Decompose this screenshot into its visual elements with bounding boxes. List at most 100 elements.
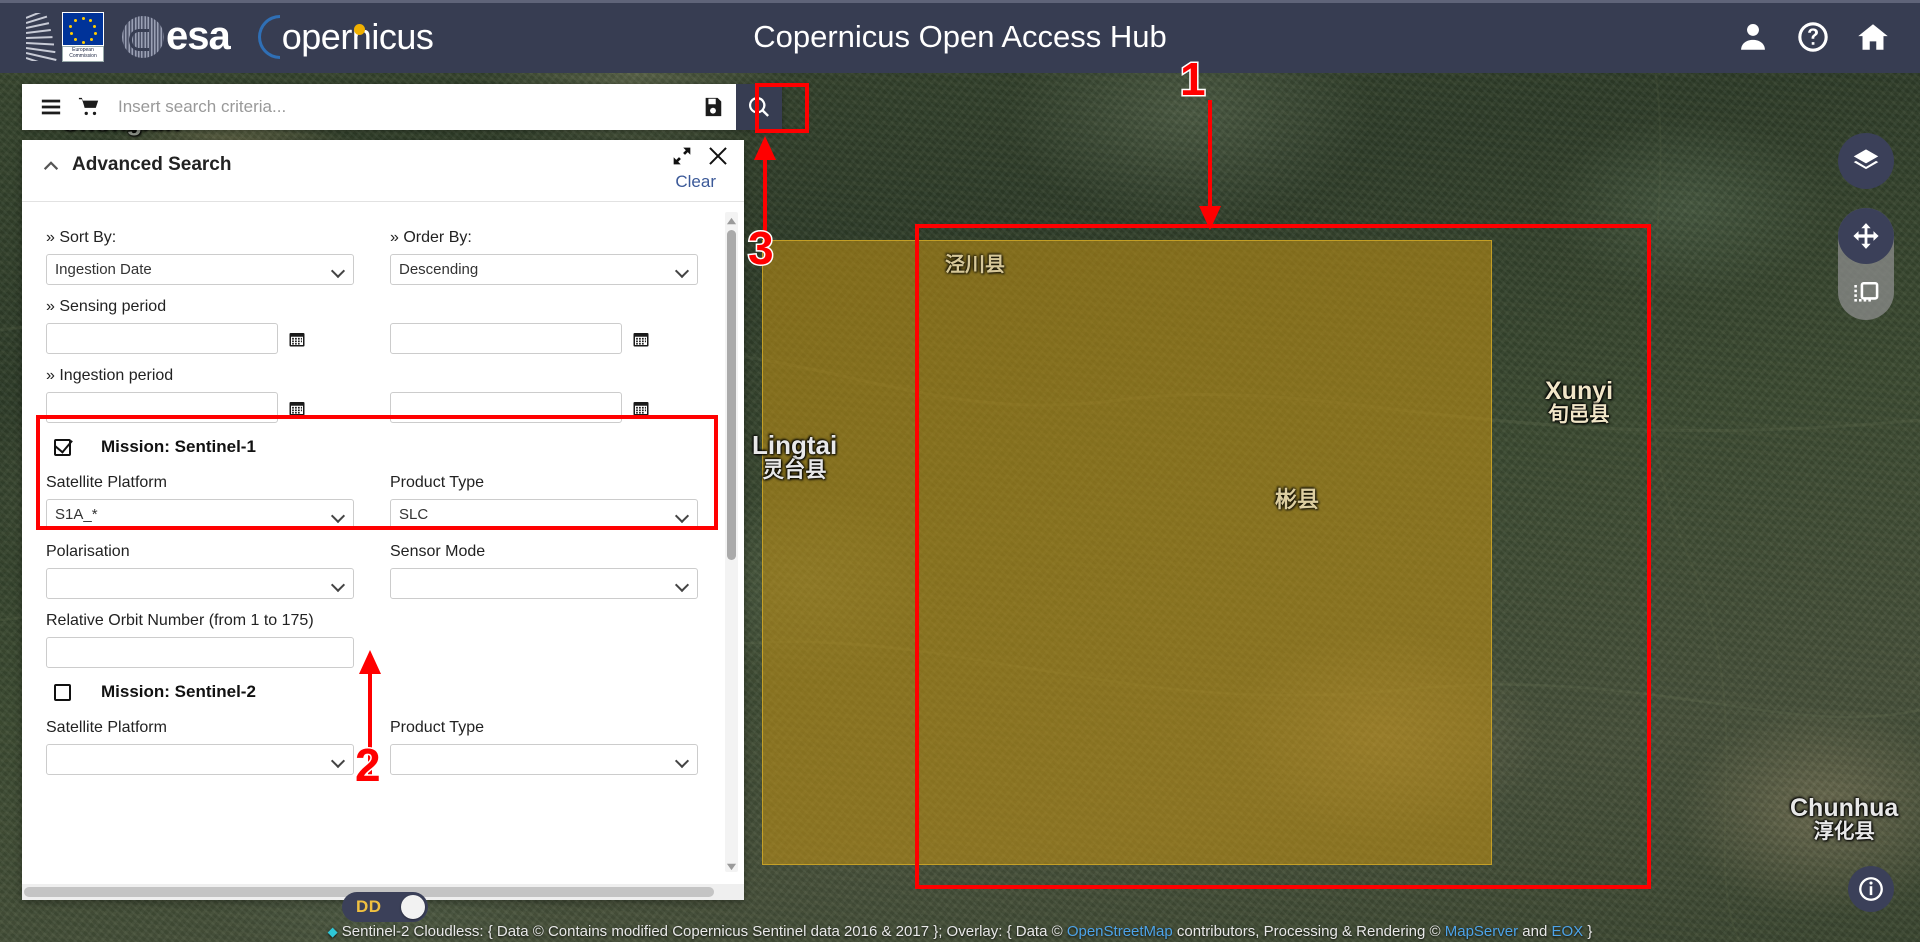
eu-caption: European Commission (62, 46, 104, 62)
info-circle-icon (1859, 877, 1883, 901)
map-info-button[interactable] (1848, 866, 1894, 912)
user-icon[interactable] (1736, 20, 1770, 54)
ingestion-period-row (46, 392, 714, 423)
advanced-search-title-group[interactable]: Advanced Search (42, 154, 231, 176)
order-by-group: » Order By: Descending (390, 216, 698, 285)
map-layers-button[interactable] (1838, 133, 1894, 189)
search-bar (22, 84, 782, 130)
close-x-icon[interactable] (708, 146, 728, 166)
eu-stars (63, 13, 103, 46)
mission-sentinel-1-checkbox[interactable] (54, 438, 71, 456)
dd-toggle-knob[interactable] (401, 895, 425, 919)
map-layers-icon (1853, 149, 1879, 170)
mission-sentinel-1-label: Mission: Sentinel-1 (101, 437, 256, 456)
s2-product-type-select[interactable] (390, 744, 698, 775)
panel-vertical-scrollbar[interactable] (725, 212, 738, 872)
help-icon[interactable] (1796, 20, 1830, 54)
s2-satellite-platform-select[interactable] (46, 744, 354, 775)
s1-polarisation-select[interactable] (46, 568, 354, 599)
sort-by-group: » Sort By: Ingestion Date (46, 216, 354, 285)
copernicus-open-access-hub-app: Chongxin Lingtai 灵台县 Xunyi 旬邑县 Chunhua 淳… (0, 0, 1920, 942)
calendar-icon[interactable] (288, 330, 306, 348)
shopping-cart-icon[interactable] (70, 96, 108, 118)
s1-product-type-group: Product Type SLC (390, 461, 698, 530)
s1-satellite-platform-select[interactable]: S1A_* (46, 499, 354, 530)
s1-polarisation-group: Polarisation (46, 530, 354, 599)
ingestion-period-to-input[interactable] (390, 392, 622, 423)
pan-tool-button[interactable] (1838, 208, 1894, 264)
sort-by-label: » Sort By: (46, 229, 117, 246)
s1-platform-product-row: Satellite Platform S1A_* Product Type SL… (46, 461, 714, 530)
s1-relative-orbit-group: Relative Orbit Number (from 1 to 175) (46, 599, 354, 668)
s1-sensor-mode-select[interactable] (390, 568, 698, 599)
chevron-up-icon[interactable] (42, 156, 60, 174)
s2-product-type-label: Product Type (390, 719, 484, 736)
copernicus-arc-icon (257, 14, 280, 59)
ingestion-period-from-group (46, 392, 354, 423)
s2-satellite-platform-select-wrap[interactable] (46, 744, 354, 775)
esa-logo: esa (122, 14, 231, 59)
annotation-arrow-1 (1199, 100, 1221, 230)
dd-toggle-label: DD (356, 897, 382, 916)
annotation-number-1: 1 (1179, 53, 1208, 105)
dd-coordinate-format-toggle[interactable]: DD (342, 892, 428, 922)
advanced-search-header: Advanced Search Clear (22, 140, 744, 202)
esa-wordmark: esa (166, 14, 231, 58)
select-area-tool-button[interactable] (1838, 264, 1894, 320)
s2-product-type-select-wrap[interactable] (390, 744, 698, 775)
sensing-period-label: » Sensing period (46, 298, 167, 315)
save-floppy-icon[interactable] (694, 96, 736, 118)
annotation-selection-rectangle (915, 224, 1651, 889)
app-header: European Commission esa opernicus Coperni… (0, 0, 1920, 73)
sensing-period-to-input[interactable] (390, 323, 622, 354)
s1-satellite-platform-group: Satellite Platform S1A_* (46, 461, 354, 530)
ingestion-period-label: » Ingestion period (46, 367, 174, 384)
home-icon[interactable] (1856, 20, 1890, 54)
hamburger-menu-icon[interactable] (32, 96, 70, 118)
clear-button[interactable]: Clear (675, 172, 716, 192)
mission-sentinel-2-label: Mission: Sentinel-2 (101, 682, 256, 701)
s2-product-type-group: Product Type (390, 706, 698, 775)
s2-satellite-platform-group: Satellite Platform (46, 706, 354, 775)
sort-order-row: » Sort By: Ingestion Date » Order By: De… (46, 216, 714, 285)
mission-sentinel-1-header[interactable]: Mission: Sentinel-1 (54, 437, 714, 457)
mission-sentinel-2-checkbox[interactable] (54, 683, 71, 701)
advanced-search-label: Advanced Search (72, 154, 232, 175)
search-input[interactable] (108, 96, 694, 118)
expand-diagonal-icon[interactable] (672, 146, 692, 166)
scroll-up-arrow-icon[interactable] (726, 214, 737, 225)
eu-flag-field (62, 11, 104, 46)
sort-by-select-wrap[interactable]: Ingestion Date (46, 254, 354, 285)
calendar-icon[interactable] (288, 399, 306, 417)
s1-satellite-platform-label: Satellite Platform (46, 474, 167, 491)
s1-polarisation-select-wrap[interactable] (46, 568, 354, 599)
ingestion-period-from-input[interactable] (46, 392, 278, 423)
annotation-number-2: 2 (354, 739, 383, 791)
s1-relative-orbit-label: Relative Orbit Number (from 1 to 175) (46, 612, 314, 629)
sort-by-select[interactable]: Ingestion Date (46, 254, 354, 285)
esa-globe-icon (122, 15, 164, 58)
order-by-select[interactable]: Descending (390, 254, 698, 285)
s1-relative-orbit-input[interactable] (46, 637, 354, 668)
s1-sensor-mode-label: Sensor Mode (390, 543, 486, 560)
calendar-icon[interactable] (632, 330, 650, 348)
order-by-select-wrap[interactable]: Descending (390, 254, 698, 285)
copernicus-logo: opernicus (257, 14, 434, 59)
ingestion-period-to-group (390, 392, 698, 423)
copernicus-wordmark: opernicus (281, 15, 434, 57)
scrollbar-thumb[interactable] (727, 230, 736, 560)
s1-satellite-platform-select-wrap[interactable]: S1A_* (46, 499, 354, 530)
s1-sensor-mode-select-wrap[interactable] (390, 568, 698, 599)
copernicus-dot-icon (353, 23, 365, 35)
sensing-period-from-group (46, 323, 354, 354)
s1-product-type-select-wrap[interactable]: SLC (390, 499, 698, 530)
sensing-period-from-input[interactable] (46, 323, 278, 354)
s1-product-type-select[interactable]: SLC (390, 499, 698, 530)
annotation-number-3: 3 (747, 222, 776, 274)
scroll-down-arrow-icon[interactable] (726, 859, 737, 871)
advanced-search-tools (672, 146, 728, 166)
search-button[interactable] (736, 84, 782, 130)
search-magnifier-icon (749, 96, 769, 117)
calendar-icon[interactable] (632, 399, 650, 417)
sensing-period-to-group (390, 323, 698, 354)
